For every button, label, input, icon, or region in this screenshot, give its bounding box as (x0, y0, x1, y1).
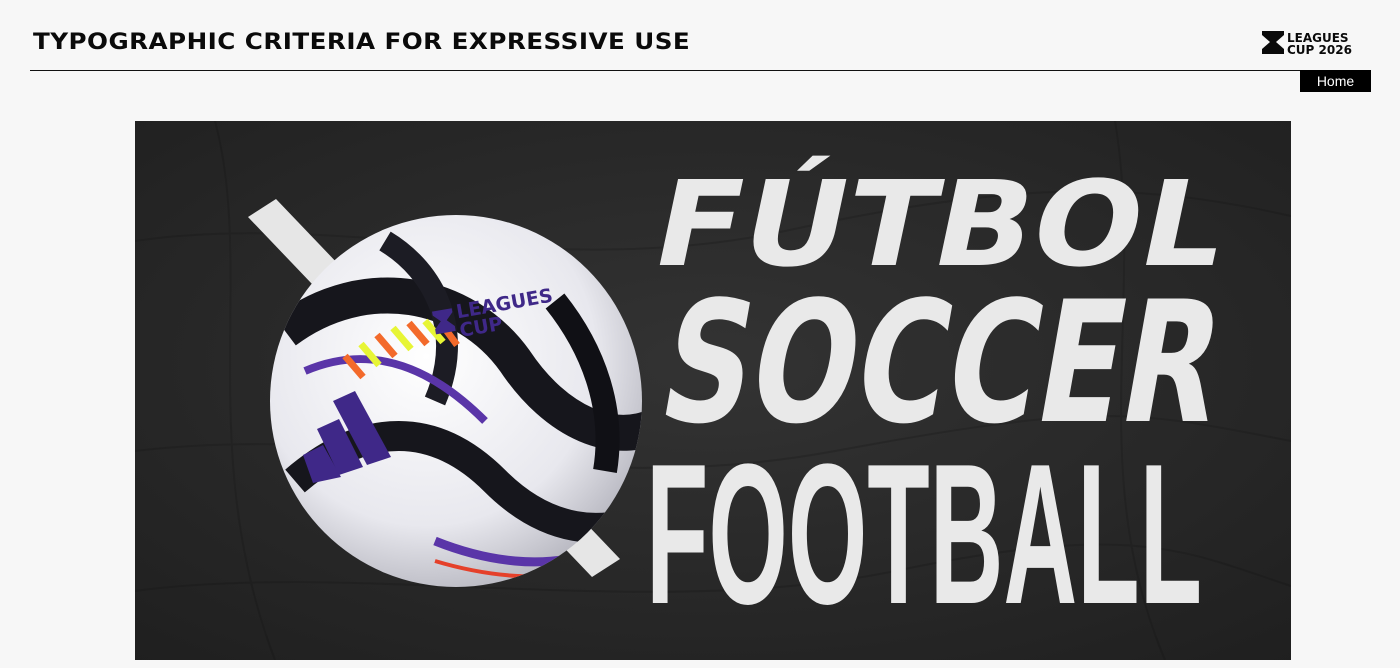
home-button[interactable]: Home (1300, 70, 1371, 92)
brand-line2: CUP 2026 (1287, 43, 1352, 56)
hero-headline: FÚTBOL SOCCER FOOTBALL (642, 155, 1239, 646)
header-divider (30, 70, 1371, 71)
hero-line-football: FOOTBALL (646, 423, 1202, 646)
leagues-cup-logo[interactable]: LEAGUES CUP 2026 (1262, 30, 1372, 56)
hero-banner: LEAGUES CUP FÚTBOL SOCCER FOOTBALL (135, 121, 1291, 660)
page-title: TYPOGRAPHIC CRITERIA FOR EXPRESSIVE USE (33, 30, 691, 55)
hourglass-logo-icon (1262, 31, 1284, 54)
